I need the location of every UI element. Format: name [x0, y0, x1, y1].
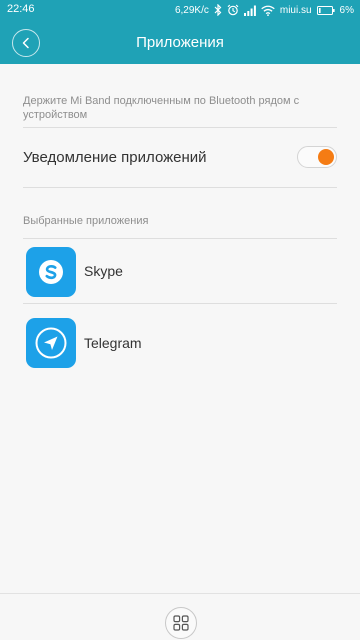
page-title: Приложения [136, 34, 224, 51]
telegram-icon [26, 318, 76, 368]
bottom-bar [0, 593, 360, 640]
toggle-knob [318, 149, 334, 165]
app-notifications-toggle[interactable] [297, 146, 337, 168]
app-notifications-label: Уведомление приложений [23, 149, 207, 166]
bluetooth-hint: Держите Mi Band подключенным по Bluetoot… [23, 95, 300, 121]
header: 22:46 6,29K/c miui.su 6% Приложения [0, 0, 360, 64]
signal-icon [243, 5, 256, 16]
app-name: Telegram [84, 335, 142, 351]
app-bar: Приложения [0, 20, 360, 64]
divider [23, 127, 337, 128]
divider [23, 303, 337, 304]
list-item-telegram[interactable]: Telegram [0, 311, 360, 375]
status-bar: 22:46 6,29K/c miui.su 6% [0, 0, 360, 20]
selected-apps-title: Выбранные приложения [23, 215, 149, 227]
alarm-icon [227, 4, 239, 16]
divider [23, 187, 337, 188]
carrier-name: miui.su [279, 4, 312, 16]
network-speed: 6,29K/c [174, 4, 209, 16]
status-indicators: 6,29K/c miui.su 6% [175, 3, 354, 17]
add-apps-button[interactable] [165, 607, 197, 639]
grid-icon [173, 615, 189, 631]
list-item-skype[interactable]: Skype [0, 239, 360, 303]
battery-icon [316, 5, 335, 15]
skype-icon [26, 247, 76, 297]
app-name: Skype [84, 263, 123, 279]
battery-percent: 6% [339, 4, 354, 16]
bluetooth-icon [214, 4, 222, 16]
status-time: 22:46 [7, 3, 35, 15]
wifi-icon [261, 5, 275, 16]
screen: 22:46 6,29K/c miui.su 6% Приложения Держ… [0, 0, 360, 640]
